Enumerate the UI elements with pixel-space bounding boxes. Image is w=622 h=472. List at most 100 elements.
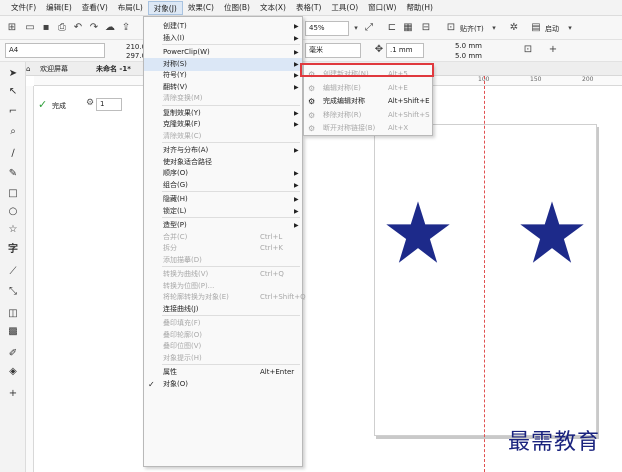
tab-welcome[interactable]: 欢迎屏幕 bbox=[40, 63, 68, 75]
menu-separator bbox=[162, 191, 300, 192]
rulers-icon[interactable]: ⊏ bbox=[386, 22, 398, 34]
zoom-level-field[interactable]: 45% bbox=[305, 21, 349, 36]
menu-effects[interactable]: 效果(C) bbox=[183, 1, 219, 15]
object-menu-item[interactable]: 插入(I) ▶ bbox=[144, 32, 302, 45]
object-menu-item[interactable]: 锁定(L) ▶ bbox=[144, 205, 302, 218]
symmetry-icon: ⚙ bbox=[308, 110, 316, 120]
object-menu-item[interactable]: 清除效果(C) bbox=[144, 130, 302, 143]
symmetry-guide-line[interactable] bbox=[484, 76, 485, 472]
menu-item-shortcut: Alt+Shift+E bbox=[388, 97, 430, 105]
menu-help[interactable]: 帮助(H) bbox=[401, 1, 438, 15]
symmetry-menu-item[interactable]: ⚙ 编辑对称(E) Alt+E bbox=[304, 82, 432, 95]
redo-icon[interactable]: ↷ bbox=[88, 22, 100, 34]
highlight-box bbox=[300, 63, 434, 77]
artistic-media-icon[interactable]: ✎ bbox=[5, 166, 21, 182]
object-menu-item[interactable]: ✓ 对象(O) bbox=[144, 378, 302, 391]
menu-separator bbox=[162, 315, 300, 316]
symmetry-icon: ⚙ bbox=[308, 97, 316, 106]
freehand-tool-icon[interactable]: ∕ bbox=[5, 146, 21, 162]
menu-view[interactable]: 查看(V) bbox=[77, 1, 113, 15]
units-select[interactable]: 毫米 bbox=[305, 43, 361, 58]
gear-icon[interactable]: ✲ bbox=[508, 22, 520, 34]
menu-item-label: 断开对称链接(B) bbox=[323, 124, 376, 132]
menu-item-label: 清除变换(M) bbox=[163, 94, 203, 102]
undo-icon[interactable]: ↶ bbox=[72, 22, 84, 34]
object-menu-item[interactable]: 组合(G) ▶ bbox=[144, 179, 302, 192]
fill-tool-icon[interactable]: ◈ bbox=[5, 364, 21, 380]
page-frame-icon[interactable]: ⊡ bbox=[522, 44, 534, 56]
menu-bitmaps[interactable]: 位图(B) bbox=[219, 1, 255, 15]
open-folder-icon[interactable]: ▭ bbox=[24, 22, 36, 34]
duplicate-y-field[interactable]: 5.0 mm bbox=[455, 51, 482, 61]
snap-icon[interactable]: ⊡ bbox=[445, 22, 457, 34]
export-icon[interactable]: ⇪ bbox=[120, 22, 132, 34]
zoom-tool-icon[interactable]: ⌕ bbox=[5, 124, 21, 140]
duplicate-x-field[interactable]: 5.0 mm bbox=[455, 41, 482, 51]
snap-dropdown-icon[interactable]: ▾ bbox=[488, 22, 500, 34]
connector-tool-icon[interactable]: ⤡ bbox=[5, 284, 21, 300]
transparency-icon[interactable]: ▩ bbox=[5, 324, 21, 340]
pick-tool-icon[interactable]: ➤ bbox=[5, 66, 21, 82]
save-icon[interactable]: ▪ bbox=[40, 22, 52, 34]
guides-icon[interactable]: ⊟ bbox=[420, 22, 432, 34]
chevron-down-icon[interactable]: ▾ bbox=[350, 22, 362, 34]
menu-item-label: 对象(O) bbox=[163, 379, 188, 388]
drawing-page[interactable] bbox=[374, 124, 597, 436]
nudge-distance-field[interactable]: .1 mm bbox=[386, 43, 424, 58]
symmetry-lines-icon: ⚙ bbox=[86, 98, 95, 108]
menu-tools[interactable]: 工具(O) bbox=[326, 1, 363, 15]
print-icon[interactable]: ⎙ bbox=[56, 22, 68, 34]
menu-file[interactable]: 文件(F) bbox=[6, 1, 41, 15]
launch-label[interactable]: 启动 bbox=[545, 24, 559, 34]
add-page-icon[interactable]: + bbox=[547, 44, 559, 56]
object-menu-item[interactable]: 添加描摹(D) bbox=[144, 254, 302, 267]
home-icon[interactable]: ⌂ bbox=[26, 63, 30, 75]
cloud-icon[interactable]: ☁ bbox=[104, 22, 116, 34]
menu-separator bbox=[162, 364, 300, 365]
crop-tool-icon[interactable]: ⌐ bbox=[5, 104, 21, 120]
eyedropper-icon[interactable]: ✐ bbox=[5, 346, 21, 362]
symmetry-menu-item[interactable]: ⚙ 移除对称(R) Alt+Shift+S bbox=[304, 109, 432, 122]
menu-text[interactable]: 文本(X) bbox=[255, 1, 291, 15]
polygon-tool-icon[interactable]: ☆ bbox=[5, 222, 21, 238]
checkmark-icon: ✓ bbox=[148, 379, 155, 389]
menu-item-label: 组合(G) bbox=[163, 180, 188, 189]
symmetry-menu-item[interactable]: ⚙ 完成编辑对称 Alt+Shift+E bbox=[304, 95, 432, 108]
snap-to-label[interactable]: 贴齐(T) bbox=[460, 24, 484, 34]
shape-tool-icon[interactable]: ↖ bbox=[5, 84, 21, 100]
star-right[interactable] bbox=[519, 200, 585, 266]
object-menu-item[interactable]: 连接曲线(J) bbox=[144, 303, 302, 316]
add-tool-icon[interactable]: + bbox=[5, 386, 21, 402]
full-screen-icon[interactable]: ⤢ bbox=[363, 22, 375, 34]
text-tool-icon[interactable]: 字 bbox=[5, 242, 21, 258]
ellipse-tool-icon[interactable]: ○ bbox=[5, 204, 21, 220]
menu-table[interactable]: 表格(T) bbox=[291, 1, 326, 15]
symmetry-icon: ⚙ bbox=[308, 124, 316, 133]
grid-icon[interactable]: ▦ bbox=[402, 22, 414, 34]
symmetry-count-field[interactable]: 1 bbox=[96, 98, 122, 111]
star-left[interactable] bbox=[385, 200, 451, 266]
check-icon[interactable]: ✓ bbox=[38, 98, 47, 111]
menu-edit[interactable]: 编辑(E) bbox=[41, 1, 77, 15]
menu-item-label: 连接曲线(J) bbox=[163, 304, 199, 313]
menu-layout[interactable]: 布局(L) bbox=[113, 1, 148, 15]
object-menu-item[interactable]: 清除变换(M) bbox=[144, 92, 302, 105]
object-menu-item[interactable]: 对象提示(H) bbox=[144, 352, 302, 365]
symmetry-menu-item[interactable]: ⚙ 断开对称链接(B) Alt+X bbox=[304, 122, 432, 135]
menu-item-label: 完成编辑对称 bbox=[323, 97, 365, 105]
page-size-select[interactable]: A4 bbox=[5, 43, 105, 58]
menu-window[interactable]: 窗口(W) bbox=[363, 1, 401, 15]
standard-toolbar: ⊞ ▭ ▪ ⎙ ↶ ↷ ☁ ⇪ 45% ▾ ⤢ ⊏ ▦ ⊟ ⊡ 贴齐(T) ▾ … bbox=[0, 16, 622, 40]
menu-separator bbox=[162, 266, 300, 267]
ruler-mark: 200 bbox=[582, 76, 594, 83]
tab-document[interactable]: 未命名 -1* bbox=[96, 63, 131, 75]
launch-dropdown-icon[interactable]: ▾ bbox=[564, 22, 576, 34]
launch-icon[interactable]: ▤ bbox=[530, 22, 542, 34]
new-document-icon[interactable]: ⊞ bbox=[6, 22, 18, 34]
drop-shadow-icon[interactable]: ◫ bbox=[5, 306, 21, 322]
done-label[interactable]: 完成 bbox=[52, 101, 66, 111]
menu-item-label: 插入(I) bbox=[163, 33, 185, 42]
rectangle-tool-icon[interactable]: □ bbox=[5, 186, 21, 202]
menu-object[interactable]: 对象(J) bbox=[147, 0, 183, 15]
parallel-dimension-icon[interactable]: ⟋ bbox=[5, 264, 21, 280]
